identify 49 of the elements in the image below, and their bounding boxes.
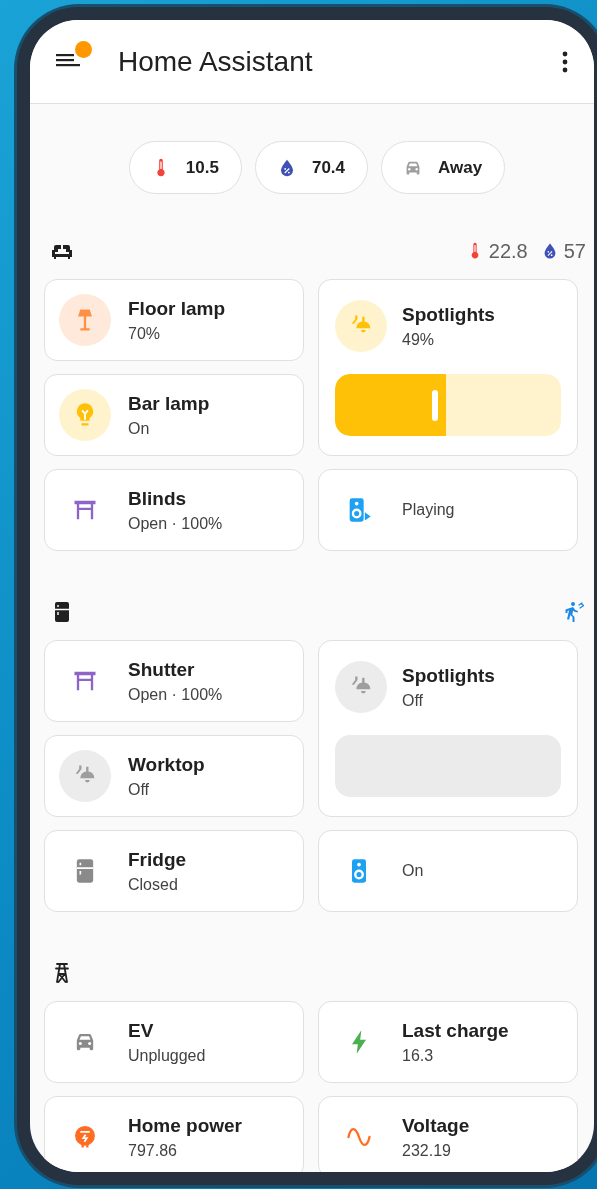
tile-state: Off	[402, 691, 425, 710]
entity-tile[interactable]: Bar lamp On	[44, 374, 304, 456]
entity-tile[interactable]: Spotlights 49%	[318, 279, 578, 456]
tile-state: Open · 100%	[128, 514, 223, 533]
entity-tile[interactable]: On	[318, 830, 578, 912]
tile-name: Spotlights	[402, 664, 495, 687]
entity-tile[interactable]: Last charge 16.3	[318, 1001, 578, 1083]
tile-state: Unplugged	[128, 1046, 206, 1065]
entity-tile[interactable]: Playing	[318, 469, 578, 551]
entity-tile[interactable]: Shutter Open · 100%	[44, 640, 304, 722]
entity-tile[interactable]: Floor lamp 70%	[44, 279, 304, 361]
entity-tile[interactable]: EV Unplugged	[44, 1001, 304, 1083]
tile-state: 797.86	[128, 1141, 178, 1160]
entity-tile[interactable]: Worktop Off	[44, 735, 304, 817]
status-chip[interactable]: 70.4	[254, 141, 369, 194]
more-icon	[562, 49, 568, 74]
tile-state: On	[128, 419, 151, 438]
app-title: Home Assistant	[118, 45, 314, 78]
tile-state: 70%	[128, 324, 162, 343]
tile-name: Home power	[128, 1114, 243, 1137]
brightness-slider[interactable]	[335, 374, 561, 436]
entity-tile[interactable]: Voltage 232.19	[318, 1096, 578, 1172]
tile-name: Floor lamp	[128, 297, 226, 320]
tile-state: Open · 100%	[128, 685, 223, 704]
tile-name: Bar lamp	[128, 392, 210, 415]
tile-name: Shutter	[128, 658, 196, 681]
tile-state: Playing	[402, 501, 455, 519]
tile-name: Spotlights	[402, 303, 495, 326]
tile-name: Last charge	[402, 1019, 509, 1042]
entity-tile[interactable]: Home power 797.86	[44, 1096, 304, 1172]
tile-state: 16.3	[402, 1046, 435, 1065]
sensor-reading: 22.8	[488, 239, 528, 263]
tile-state: 49%	[402, 330, 436, 349]
tile-name: Fridge	[128, 848, 187, 871]
status-chip[interactable]: 10.5	[128, 141, 242, 194]
tile-state: On	[402, 862, 424, 880]
tile-state: 232.19	[402, 1141, 452, 1160]
tile-state: Closed	[128, 875, 179, 894]
tile-name: EV	[128, 1019, 155, 1042]
slider-thumb[interactable]	[431, 390, 438, 421]
sensor-reading: 57	[563, 239, 586, 263]
entity-tile[interactable]: Fridge Closed	[44, 830, 304, 912]
entity-tile[interactable]: Blinds Open · 100%	[44, 469, 304, 551]
tile-name: Voltage	[402, 1114, 470, 1137]
tile-state: Off	[128, 780, 151, 799]
tile-name: Blinds	[128, 487, 188, 510]
status-chip[interactable]: Away	[381, 141, 506, 194]
tile-name: Worktop	[128, 753, 205, 776]
entity-tile[interactable]: Spotlights Off	[318, 640, 578, 817]
